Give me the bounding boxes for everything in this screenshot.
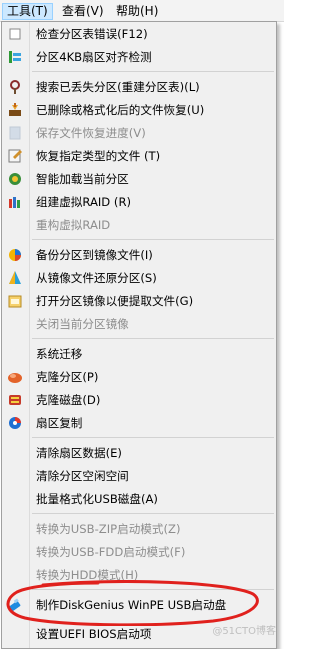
menu-item-label: 清除扇区数据(E): [36, 446, 122, 460]
clone-partition-icon: [7, 369, 23, 385]
file-recovery-icon: [7, 102, 23, 118]
open-image-icon: [7, 293, 23, 309]
menu-item-clear-sector-data[interactable]: 清除扇区数据(E): [2, 442, 276, 464]
menu-item-label: 组建虚拟RAID (R): [36, 195, 132, 209]
menu-item-label: 搜索已丢失分区(重建分区表)(L): [36, 80, 200, 94]
menu-separator: [32, 239, 274, 240]
menu-item-save-recovery-progress[interactable]: 保存文件恢复进度(V): [2, 122, 276, 144]
menu-item-convert-usb-fdd[interactable]: 转换为USB-FDD启动模式(F): [2, 541, 276, 563]
menu-item-convert-hdd[interactable]: 转换为HDD模式(H): [2, 564, 276, 586]
backup-image-icon: [7, 247, 23, 263]
sector-copy-icon: [7, 415, 23, 431]
menu-separator: [32, 513, 274, 514]
menu-item-backup-to-image[interactable]: 备份分区到镜像文件(I): [2, 244, 276, 266]
menu-item-label: 检查分区表错误(F12): [36, 27, 148, 41]
menu-item-label: 重构虚拟RAID: [36, 218, 111, 232]
tools-dropdown-menu: 检查分区表错误(F12) 分区4KB扇区对齐检测 搜索已丢失分区(重建分区表)(…: [1, 21, 277, 649]
menu-item-label: 转换为USB-FDD启动模式(F): [36, 545, 186, 559]
menu-item-label: 已删除或格式化后的文件恢复(U): [36, 103, 205, 117]
check-partition-icon: [7, 26, 23, 42]
menu-item-label: 转换为HDD模式(H): [36, 568, 139, 582]
menu-item-label: 扇区复制: [36, 416, 83, 430]
menubar: 工具(T) 查看(V) 帮助(H): [0, 0, 284, 22]
menu-item-batch-format-usb[interactable]: 批量格式化USB磁盘(A): [2, 488, 276, 510]
menu-item-label: 批量格式化USB磁盘(A): [36, 492, 158, 506]
menu-item-sector-copy[interactable]: 扇区复制: [2, 412, 276, 434]
watermark: @51CTO博客: [212, 626, 276, 637]
menu-item-label: 转换为USB-ZIP启动模式(Z): [36, 522, 181, 536]
clone-disk-icon: [7, 392, 23, 408]
menu-item-convert-usb-zip[interactable]: 转换为USB-ZIP启动模式(Z): [2, 518, 276, 540]
save-progress-icon: [7, 125, 23, 141]
menu-item-build-virtual-raid[interactable]: 组建虚拟RAID (R): [2, 191, 276, 213]
usb-winpe-icon: [7, 597, 23, 613]
menu-item-label: 分区4KB扇区对齐检测: [36, 50, 152, 64]
menu-item-label: 系统迁移: [36, 347, 83, 361]
menu-item-rebuild-virtual-raid[interactable]: 重构虚拟RAID: [2, 214, 276, 236]
menu-tools[interactable]: 工具(T): [2, 3, 53, 20]
menu-item-deleted-file-recovery[interactable]: 已删除或格式化后的文件恢复(U): [2, 99, 276, 121]
menu-item-clear-free-space[interactable]: 清除分区空闲空间: [2, 465, 276, 487]
menu-item-restore-from-image[interactable]: 从镜像文件还原分区(S): [2, 267, 276, 289]
menu-item-make-winpe-usb[interactable]: 制作DiskGenius WinPE USB启动盘: [2, 594, 276, 616]
menu-separator: [32, 589, 274, 590]
menu-item-label: 设置UEFI BIOS启动项: [36, 627, 152, 641]
menu-item-label: 打开分区镜像以便提取文件(G): [36, 294, 194, 308]
menu-item-clone-disk[interactable]: 克隆磁盘(D): [2, 389, 276, 411]
menu-separator: [32, 71, 274, 72]
menu-item-label: 克隆磁盘(D): [36, 393, 101, 407]
menu-item-clone-partition[interactable]: 克隆分区(P): [2, 366, 276, 388]
raid-icon: [7, 194, 23, 210]
menu-item-label: 备份分区到镜像文件(I): [36, 248, 153, 262]
search-partition-icon: [7, 79, 23, 95]
smart-load-icon: [7, 171, 23, 187]
menu-item-label: 保存文件恢复进度(V): [36, 126, 146, 140]
menu-separator: [32, 338, 274, 339]
menu-item-label: 克隆分区(P): [36, 370, 99, 384]
align-check-icon: [7, 49, 23, 65]
menu-item-restore-file-type[interactable]: 恢复指定类型的文件 (T): [2, 145, 276, 167]
menu-item-system-migration[interactable]: 系统迁移: [2, 343, 276, 365]
menu-help[interactable]: 帮助(H): [112, 3, 162, 20]
menu-item-smart-load-partition[interactable]: 智能加载当前分区: [2, 168, 276, 190]
menu-item-label: 智能加载当前分区: [36, 172, 129, 186]
menu-view[interactable]: 查看(V): [58, 3, 108, 20]
restore-image-icon: [7, 270, 23, 286]
menu-item-label: 从镜像文件还原分区(S): [36, 271, 157, 285]
menu-item-close-partition-image[interactable]: 关闭当前分区镜像: [2, 313, 276, 335]
menu-item-label: 制作DiskGenius WinPE USB启动盘: [36, 598, 227, 612]
menu-item-search-lost-partition[interactable]: 搜索已丢失分区(重建分区表)(L): [2, 76, 276, 98]
menu-separator: [32, 437, 274, 438]
menu-item-open-partition-image[interactable]: 打开分区镜像以便提取文件(G): [2, 290, 276, 312]
menu-item-label: 恢复指定类型的文件 (T): [36, 149, 161, 163]
menu-item-4kb-align-check[interactable]: 分区4KB扇区对齐检测: [2, 46, 276, 68]
menu-item-check-partition-table[interactable]: 检查分区表错误(F12): [2, 23, 276, 45]
menu-item-label: 清除分区空闲空间: [36, 469, 129, 483]
menu-item-label: 关闭当前分区镜像: [36, 317, 129, 331]
restore-type-icon: [7, 148, 23, 164]
